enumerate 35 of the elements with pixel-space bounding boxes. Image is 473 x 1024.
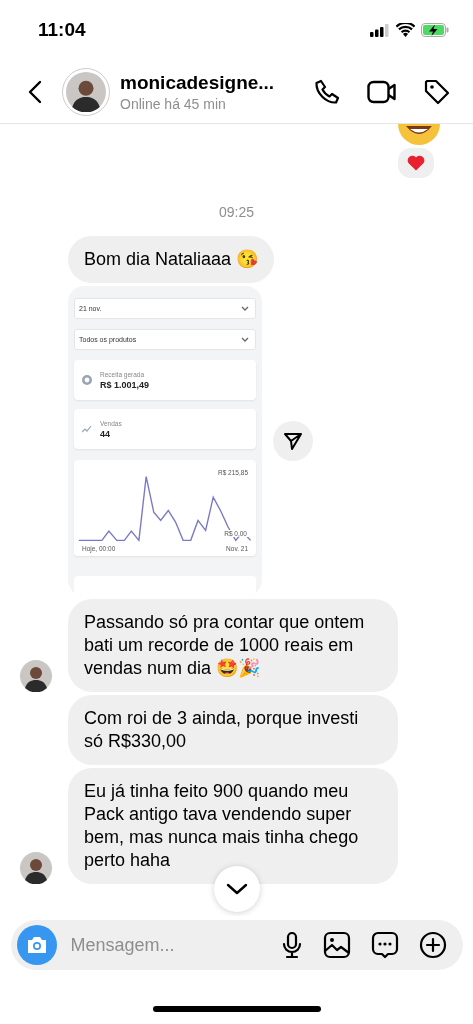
message-bubble: Passando só pra contar que ontem bati um recorde de 1000 reais em vendas num dia 🤩🎉 — [68, 599, 398, 692]
message-bubble: Com roi de 3 ainda, porque investi só R$330,00 — [68, 695, 398, 765]
chevron-down-icon — [226, 883, 248, 895]
avatar[interactable] — [66, 71, 106, 112]
camera-icon — [25, 936, 48, 954]
video-call-icon[interactable] — [367, 79, 397, 104]
share-button[interactable] — [273, 421, 313, 461]
camera-button[interactable] — [16, 925, 57, 965]
contact-name[interactable]: monicadesigne... — [120, 71, 313, 94]
back-button[interactable] — [28, 79, 42, 104]
coin-icon — [82, 375, 92, 385]
add-icon[interactable] — [418, 931, 447, 959]
online-status: Online há 45 min — [120, 95, 227, 112]
message-bubble: Eu já tinha feito 900 quando meu Pack antigo tava vendendo super bem, mas nunca mais tinha chego perto haha — [68, 768, 398, 884]
trend-icon — [82, 425, 92, 433]
battery-charging-icon — [421, 23, 449, 37]
clock: 11:04 — [38, 19, 86, 41]
chevron-down-icon — [241, 306, 249, 311]
stat-value: 44 — [100, 428, 111, 439]
gallery-icon[interactable] — [322, 931, 351, 959]
wifi-icon — [396, 23, 415, 37]
chevron-down-icon — [241, 337, 249, 342]
scroll-down-button[interactable] — [214, 866, 260, 912]
signal-icon — [370, 23, 390, 37]
heart-icon — [407, 155, 425, 171]
phone-icon[interactable] — [313, 77, 341, 106]
avatar[interactable] — [20, 660, 52, 692]
microphone-icon[interactable] — [280, 931, 303, 959]
sticker-chat-icon[interactable] — [370, 931, 399, 959]
tag-icon[interactable] — [423, 77, 451, 106]
paper-plane-icon — [283, 431, 303, 451]
timestamp: 09:25 — [218, 204, 254, 220]
stat-value: R$ 1.001,49 — [100, 379, 150, 390]
message-bubble: Bom dia Nataliaaa 😘 — [68, 236, 275, 283]
avatar[interactable] — [20, 852, 52, 884]
